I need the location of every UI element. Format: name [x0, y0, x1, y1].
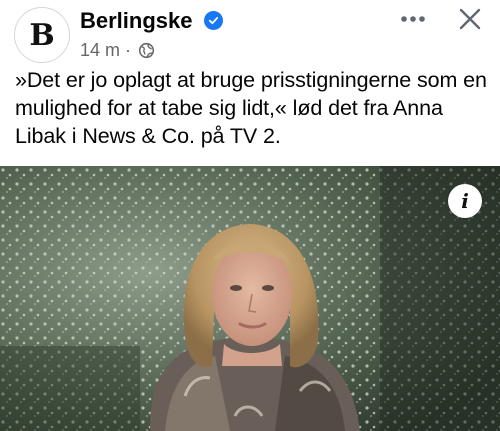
post-photo[interactable]: [0, 166, 500, 431]
meta-separator: ·: [125, 40, 132, 60]
page-avatar[interactable]: B: [14, 7, 70, 63]
close-icon: [459, 8, 481, 30]
photo-woman-fur-coat: [0, 166, 500, 431]
globe-icon[interactable]: [138, 42, 155, 59]
verified-badge-icon: [204, 11, 223, 30]
page-logo-letter: B: [29, 17, 55, 53]
more-dots-icon: [401, 16, 425, 22]
page-name[interactable]: Berlingske: [80, 8, 193, 34]
post-timestamp[interactable]: 14 m: [80, 40, 120, 61]
post-text: »Det er jo oplagt at bruge prisstigninge…: [15, 68, 487, 148]
info-icon: i: [461, 189, 469, 213]
post-meta: 14 m ·: [80, 40, 155, 61]
more-options-button[interactable]: [396, 6, 430, 32]
close-button[interactable]: [454, 4, 486, 34]
post-header: B Berlingske 14 m ·: [0, 0, 500, 64]
info-button[interactable]: i: [448, 184, 482, 218]
